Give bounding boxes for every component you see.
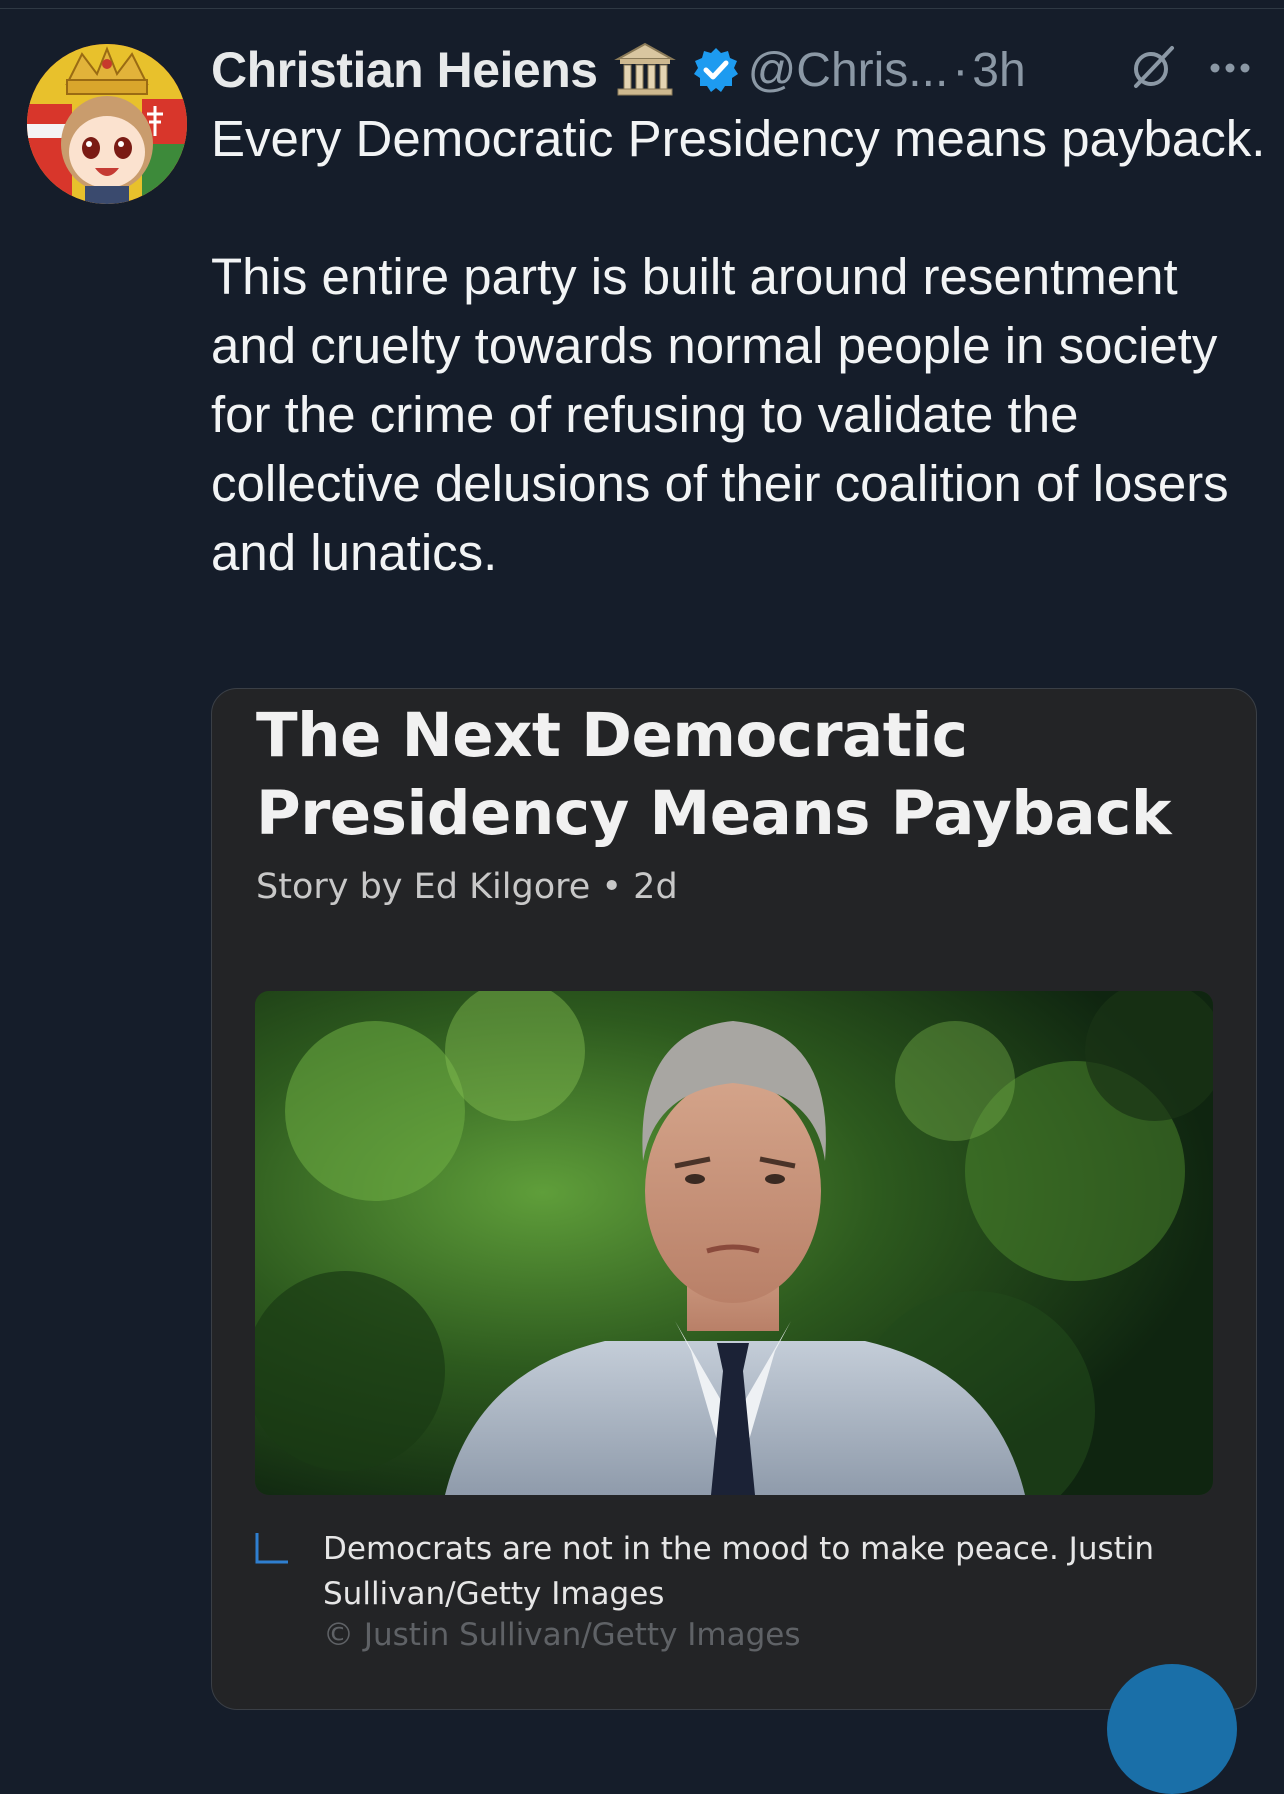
post-text-paragraph: This entire party is built around resent… bbox=[211, 248, 1229, 581]
compose-button[interactable] bbox=[1107, 1664, 1237, 1794]
timeline-divider bbox=[0, 0, 1284, 9]
author-avatar[interactable] bbox=[27, 44, 187, 204]
post-text-paragraph: Every Democratic Presidency means paybac… bbox=[211, 110, 1266, 167]
author-handle[interactable]: @Chris... bbox=[748, 43, 949, 98]
verified-badge-icon bbox=[692, 46, 740, 94]
post-text: Every Democratic Presidency means paybac… bbox=[211, 104, 1271, 587]
post-timestamp[interactable]: 3h bbox=[972, 43, 1025, 98]
grok-icon[interactable] bbox=[1128, 42, 1178, 92]
article-card[interactable]: The Next Democratic Presidency Means Pay… bbox=[211, 688, 1257, 1710]
article-byline: Story by Ed Kilgore • 2d bbox=[256, 867, 678, 907]
caption-corner-icon bbox=[254, 1531, 290, 1565]
photo-caption: Democrats are not in the mood to make pe… bbox=[323, 1531, 1155, 1612]
article-photo[interactable] bbox=[255, 991, 1213, 1495]
header-separator: · bbox=[952, 43, 969, 97]
post-header: Christian Heiens @Chris... · 3h bbox=[211, 38, 1261, 102]
more-options-icon[interactable] bbox=[1205, 58, 1255, 78]
avatar-image bbox=[27, 44, 187, 204]
author-display-name[interactable]: Christian Heiens bbox=[211, 41, 598, 99]
article-title: The Next Democratic Presidency Means Pay… bbox=[256, 700, 1171, 849]
photo-credit: © Justin Sullivan/Getty Images bbox=[323, 1617, 801, 1653]
classical-building-icon bbox=[613, 41, 676, 99]
